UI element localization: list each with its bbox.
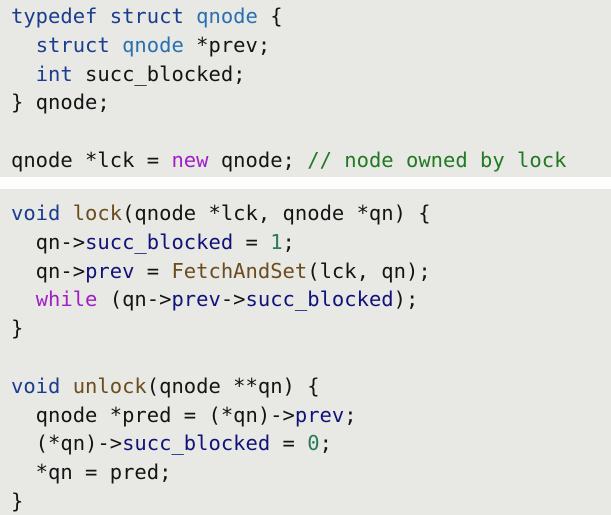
code-line: while (qn->prev->succ_blocked);: [11, 285, 611, 314]
token-text: qnode *pred = (*qn)->: [11, 402, 295, 427]
code-line: } qnode;: [11, 88, 611, 117]
token-field-name: prev: [171, 287, 221, 312]
token-keyword: int: [35, 61, 73, 86]
token-field-name: prev: [294, 402, 345, 427]
code-line: int succ_blocked;: [11, 60, 611, 89]
token-keyword: struct: [109, 4, 184, 28]
token-text: qnode;: [208, 147, 308, 172]
token-text: qnode *lck =: [11, 147, 172, 172]
token-text: {: [257, 4, 283, 28]
token-control-keyword: while: [35, 287, 98, 312]
token-text: qn->: [11, 258, 86, 283]
token-function-name: lock: [72, 201, 123, 225]
code-line: qn->succ_blocked = 1;: [11, 228, 611, 257]
token-text: }: [11, 488, 24, 513]
token-keyword: typedef: [11, 4, 98, 28]
token-keyword: void: [11, 373, 61, 398]
token-number-literal: 0: [307, 431, 320, 456]
token-text: ;: [282, 229, 295, 254]
token-keyword: void: [11, 201, 61, 225]
token-text: ;: [319, 431, 332, 456]
token-text: *prev;: [183, 32, 271, 57]
code-line: }: [11, 314, 611, 343]
token-text: =: [134, 258, 172, 283]
token-text: (*qn)->: [11, 431, 123, 456]
token-text: ;: [344, 402, 357, 427]
code-line: typedef struct qnode {: [11, 2, 611, 31]
token-field-name: succ_blocked: [122, 431, 271, 456]
token-text: qn->: [11, 229, 86, 254]
code-line: struct qnode *prev;: [11, 31, 611, 60]
token-text: (qn->: [97, 287, 172, 312]
token-text: (qnode *lck, qnode *qn) {: [122, 201, 431, 225]
token-text: ->: [220, 287, 246, 312]
code-block-struct-definition: typedef struct qnode { struct qnode *pre…: [0, 0, 611, 177]
code-line: qn->prev = FetchAndSet(lck, qn);: [11, 257, 611, 286]
token-keyword: struct: [35, 32, 110, 57]
token-field-name: succ_blocked: [85, 229, 234, 254]
token-text: =: [233, 229, 271, 254]
code-line: qnode *lck = new qnode; // node owned by…: [11, 146, 611, 175]
token-text: );: [393, 287, 419, 312]
token-field-name: prev: [85, 258, 135, 283]
code-line: void unlock(qnode **qn) {: [11, 372, 611, 401]
token-text: succ_blocked;: [72, 61, 246, 86]
token-function-name: FetchAndSet: [171, 258, 308, 283]
token-text: (lck, qn);: [307, 258, 431, 283]
token-control-keyword: new: [171, 147, 209, 172]
code-line: *qn = pred;: [11, 458, 611, 487]
token-text: }: [11, 316, 24, 341]
code-line: qnode *pred = (*qn)->prev;: [11, 401, 611, 430]
code-block-lock-functions: void lock(qnode *lck, qnode *qn) { qn->s…: [0, 189, 611, 515]
token-type-name: qnode: [196, 4, 258, 28]
code-line: void lock(qnode *lck, qnode *qn) {: [11, 199, 611, 228]
token-number-literal: 1: [270, 229, 283, 254]
code-line: }: [11, 487, 611, 515]
token-text: =: [270, 431, 308, 456]
token-comment: // node owned by lock: [307, 147, 567, 172]
token-text: (qnode **qn) {: [146, 373, 320, 398]
token-text: *qn = pred;: [11, 460, 172, 485]
code-line: (*qn)->succ_blocked = 0;: [11, 429, 611, 458]
token-field-name: succ_blocked: [245, 287, 394, 312]
token-function-name: unlock: [72, 373, 147, 398]
token-type-name: qnode: [122, 32, 184, 57]
token-text: } qnode;: [11, 90, 110, 115]
